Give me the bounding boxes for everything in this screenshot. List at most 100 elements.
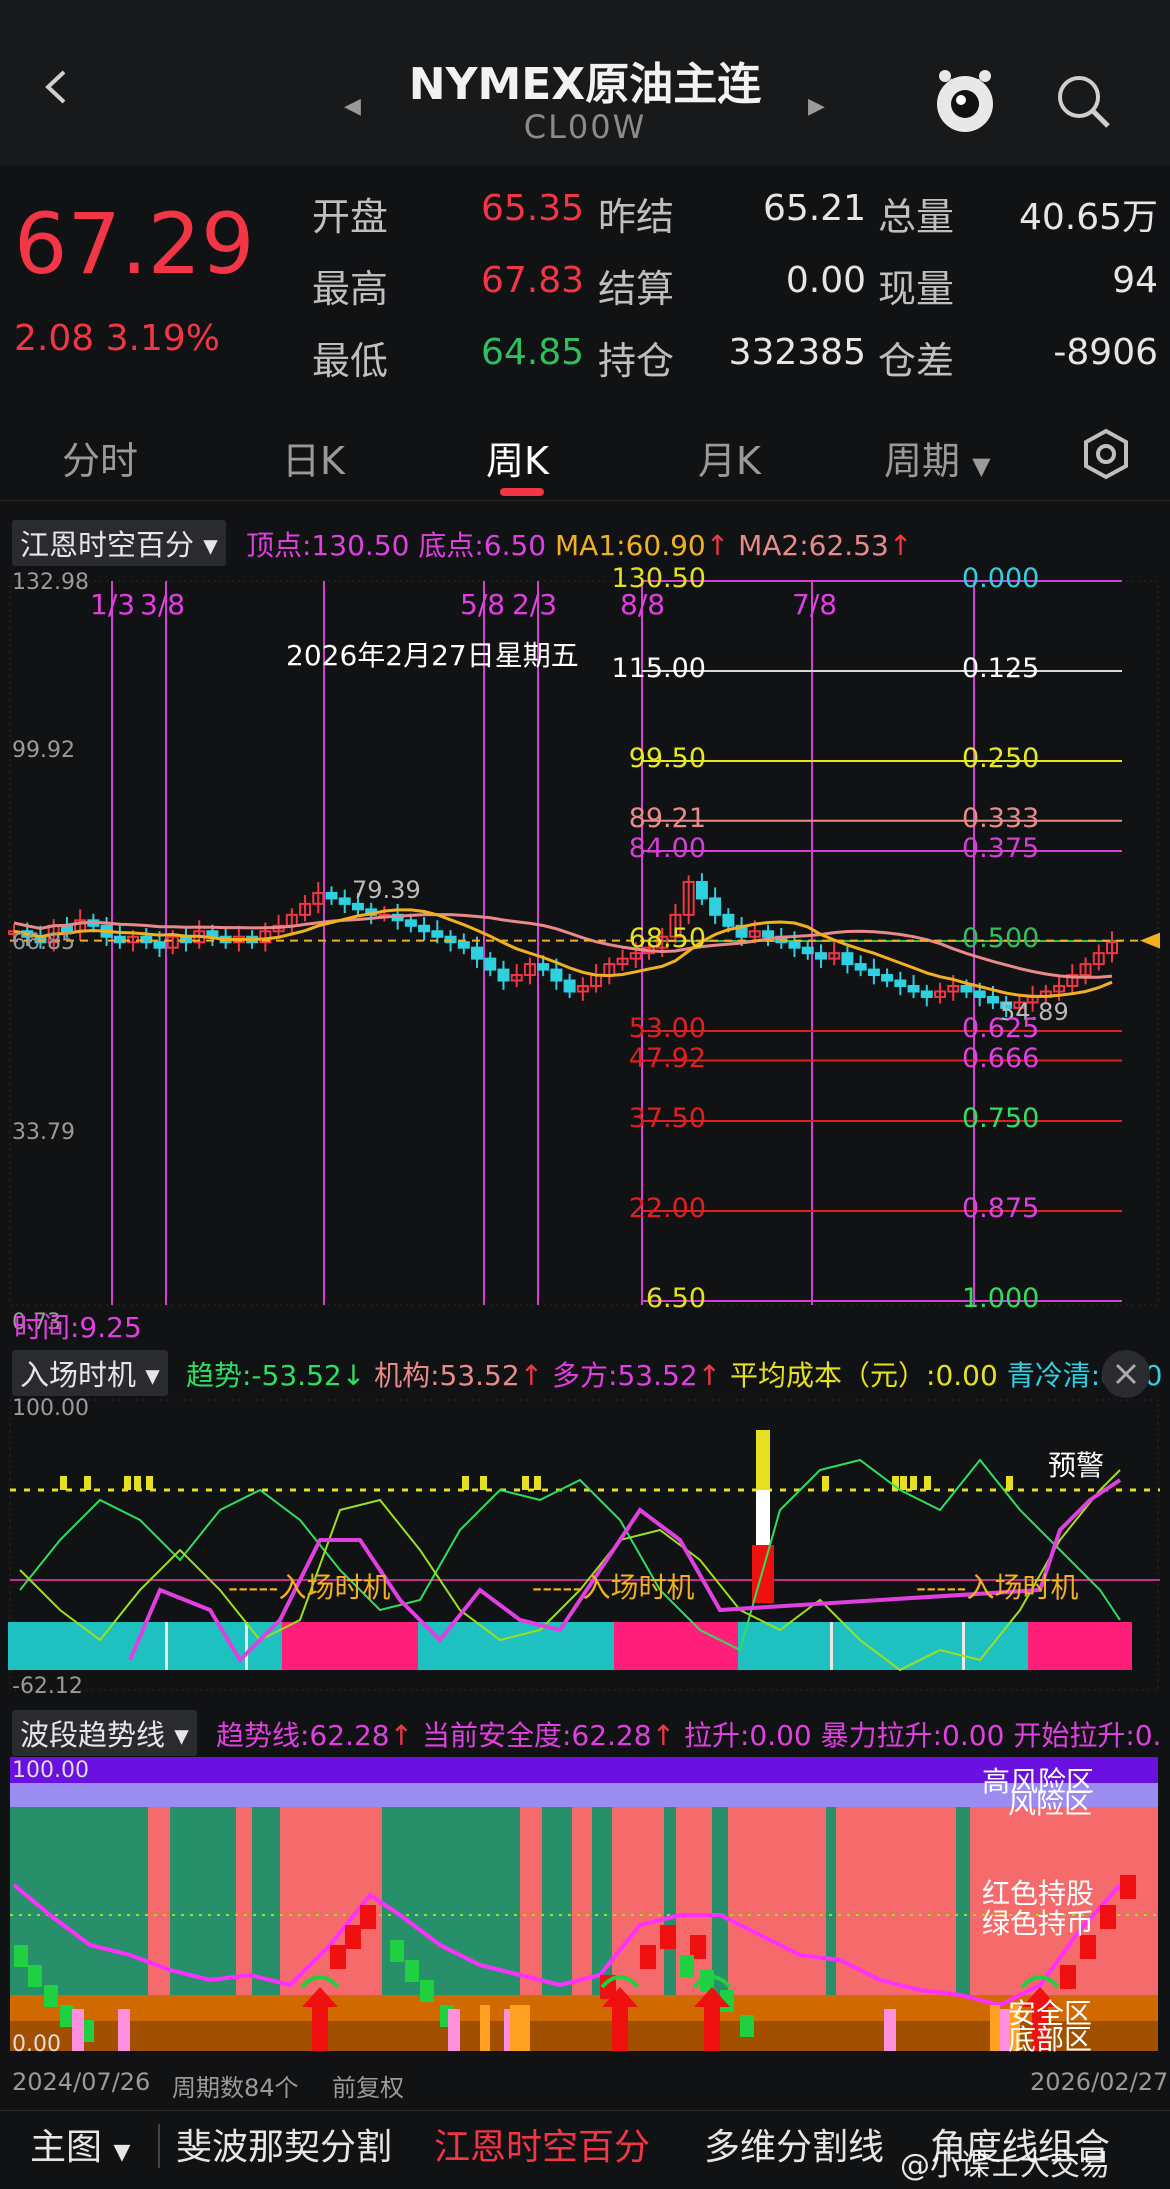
- entry-legend: 趋势:-53.52↓ 机构:53.52↑ 多方:53.52↑ 平均成本（元）:0…: [186, 1359, 1163, 1392]
- bottom-bar: [990, 2005, 1000, 2051]
- warn-bar: [60, 1476, 67, 1490]
- search-icon[interactable]: [1054, 72, 1114, 132]
- bottom-bar: [480, 2005, 490, 2051]
- fall-block: [680, 1955, 694, 1977]
- candle-body: [325, 891, 338, 900]
- candle-body: [907, 985, 920, 993]
- date-mark: 7/8: [792, 588, 838, 621]
- level-price-label: 6.50: [645, 1283, 706, 1314]
- fall-block: [740, 2015, 754, 2037]
- date-mark: 5/8: [460, 588, 506, 621]
- quote-value: 332385: [728, 332, 866, 373]
- fall-block: [390, 1940, 404, 1962]
- level-price-label: 47.92: [628, 1042, 706, 1074]
- level-ratio-label: 0.625: [962, 1013, 1040, 1044]
- hold-zone-stripe: [236, 1807, 252, 1995]
- level-price-label: 89.21: [628, 802, 706, 834]
- zone-label: 风险区: [1008, 1787, 1093, 1820]
- candle-body: [801, 946, 814, 955]
- candle-body: [563, 979, 576, 993]
- candle-body: [418, 924, 431, 933]
- chart-date-label: 2026年2月27日星期五: [286, 639, 579, 672]
- hold-zone-stripe: [520, 1807, 542, 1995]
- level-price-label: 22.00: [628, 1193, 706, 1224]
- level-ratio-label: 0.333: [962, 802, 1040, 834]
- quote-value: 64.85: [480, 332, 584, 373]
- candle-body: [351, 902, 364, 911]
- next-instrument-icon[interactable]: ▶: [808, 94, 825, 119]
- level-ratio-label: 0.875: [962, 1193, 1040, 1224]
- yaxis-top: 132.98: [12, 570, 89, 595]
- wave-ymin: 0.00: [12, 2032, 61, 2057]
- tab-weekly-k[interactable]: 周K: [486, 430, 549, 485]
- fall-block: [420, 1980, 434, 2002]
- tab-daily-k[interactable]: 日K: [282, 430, 345, 485]
- level-price-label: 84.00: [628, 833, 706, 864]
- level-ratio-label: 0.000: [962, 563, 1040, 594]
- hold-zone-stripe: [572, 1807, 592, 1995]
- price-change: 2.08 3.19%: [14, 318, 220, 359]
- entry-timing-chart[interactable]: [0, 1390, 1170, 1700]
- candle-body: [960, 985, 973, 993]
- fall-block: [405, 1960, 419, 1982]
- candle-body: [550, 968, 563, 982]
- main-indicator-selector[interactable]: 江恩时空百分 ▾: [12, 520, 226, 566]
- level-price-label: 99.50: [628, 743, 706, 774]
- tab-monthly-k[interactable]: 月K: [698, 430, 761, 485]
- pull-block: [1060, 1965, 1076, 1989]
- hold-zone-stripe: [956, 1807, 970, 1995]
- pull-block: [640, 1945, 656, 1969]
- candle-body: [788, 941, 801, 949]
- prev-instrument-icon[interactable]: ◀: [344, 94, 361, 119]
- entry-ymin: -62.12: [12, 1674, 83, 1699]
- signal-bar: [756, 1430, 770, 1490]
- quote-value: -8906: [1053, 332, 1158, 373]
- wave-indicator-selector[interactable]: 波段趋势线 ▾: [12, 1710, 197, 1756]
- bottom-bar: [72, 2009, 84, 2051]
- pull-block: [330, 1945, 346, 1969]
- tab-period[interactable]: 周期 ▼: [884, 430, 991, 485]
- fall-block: [14, 1945, 28, 1967]
- candle-body: [695, 880, 708, 900]
- entry-signal-label: -----入场时机: [532, 1571, 695, 1604]
- candle-body: [497, 968, 510, 982]
- bottom-bar: [510, 2005, 520, 2051]
- hold-zone-stripe: [826, 1807, 836, 1995]
- pull-block: [360, 1905, 376, 1929]
- mascot-icon[interactable]: [930, 62, 1000, 138]
- entry-zone-block: [245, 1622, 248, 1670]
- level-price-label: 53.00: [628, 1013, 706, 1044]
- last-price: 67.29: [14, 195, 255, 293]
- last-price-marker: [1140, 932, 1160, 949]
- zone-label: 底部区: [1008, 2023, 1093, 2056]
- settings-hexagon-icon[interactable]: [1080, 428, 1132, 480]
- candle-body: [867, 968, 880, 977]
- nav-multi-split[interactable]: 多维分割线: [704, 2118, 884, 2170]
- tab-intraday[interactable]: 分时: [62, 430, 138, 485]
- period-tabs: [0, 400, 1170, 501]
- nav-fibonacci[interactable]: 斐波那契分割: [176, 2118, 392, 2170]
- warn-bar: [124, 1476, 131, 1490]
- warning-label: 预警: [1048, 1449, 1105, 1482]
- level-price-label: 37.50: [628, 1103, 706, 1134]
- zone-label: 绿色持币: [982, 1907, 1095, 1940]
- nav-gann-percent[interactable]: 江恩时空百分: [434, 2118, 650, 2170]
- active-tab-indicator: [500, 488, 544, 496]
- candle-body: [973, 990, 986, 998]
- warn-bar: [522, 1476, 529, 1490]
- level-price-label: 68.50: [628, 923, 706, 954]
- hold-zone-stripe: [382, 1807, 520, 1995]
- entry-zone-block: [1028, 1622, 1132, 1670]
- pull-block: [345, 1925, 361, 1949]
- candle-body: [920, 990, 933, 998]
- hold-zone-stripe: [612, 1807, 664, 1995]
- start-date: 2024/07/26: [12, 2068, 151, 2096]
- main-chart-menu[interactable]: 主图 ▼: [30, 2118, 130, 2170]
- level-ratio-label: 0.500: [962, 923, 1040, 954]
- candle-body: [814, 952, 827, 960]
- yaxis-2: 99.92: [12, 738, 75, 763]
- entry-zone-block: [282, 1622, 418, 1670]
- yaxis-3: 66.85: [12, 930, 75, 955]
- end-date: 2026/02/27: [1030, 2068, 1169, 2096]
- quote-value: 65.35: [480, 188, 584, 229]
